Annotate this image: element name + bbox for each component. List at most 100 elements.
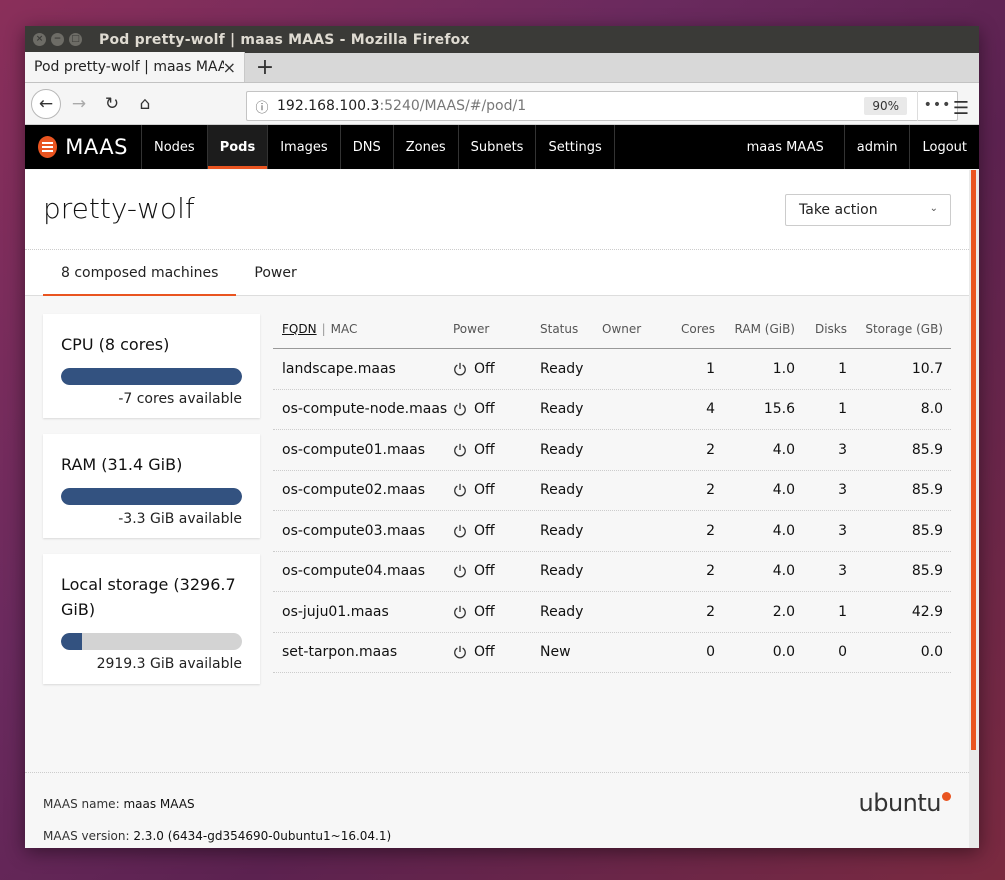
power-icon [453, 483, 467, 497]
row-cores: 2 [706, 441, 715, 458]
row-ram: 4.0 [772, 441, 795, 458]
maas-logo-icon [38, 136, 58, 158]
table-body: landscape.maas Off Ready 1 1.0 1 10.7 os-comput… [273, 349, 951, 673]
url-bar[interactable]: ⓘ 192.168.100.3:5240/MAAS/#/pod/1 90% ••… [246, 91, 958, 121]
row-storage: 10.7 [911, 360, 943, 377]
new-tab-button[interactable]: + [245, 52, 285, 82]
header-status[interactable]: Status [540, 322, 602, 336]
row-fqdn[interactable]: os-compute-node.maas [273, 401, 453, 417]
row-fqdn[interactable]: os-compute02.maas [273, 482, 453, 498]
table-row[interactable]: set-tarpon.maas Off New 0 0.0 0 0.0 [273, 633, 951, 673]
table-row[interactable]: os-compute04.maas Off Ready 2 4.0 3 85.9 [273, 552, 951, 592]
table-row[interactable]: os-compute01.maas Off Ready 2 4.0 3 85.9 [273, 430, 951, 471]
row-cores: 0 [706, 644, 715, 661]
page-actions-button[interactable]: ••• [917, 91, 957, 121]
menu-icon[interactable]: ☰ [953, 98, 969, 119]
row-fqdn[interactable]: os-compute01.maas [273, 442, 453, 458]
table-row[interactable]: os-compute02.maas Off Ready 2 4.0 3 85.9 [273, 471, 951, 511]
row-power: Off [453, 644, 540, 660]
row-power: Off [453, 482, 540, 498]
row-ram: 15.6 [763, 401, 795, 418]
table-row[interactable]: os-juju01.maas Off Ready 2 2.0 1 42.9 [273, 592, 951, 633]
power-icon [453, 402, 467, 416]
page-tabs: 8 composed machines Power [25, 250, 969, 296]
close-tab-icon[interactable]: × [223, 58, 236, 77]
row-power-state: Off [474, 563, 495, 580]
tab-power[interactable]: Power [236, 250, 314, 295]
row-storage: 8.0 [920, 401, 943, 418]
nav-item-zones[interactable]: Zones [394, 125, 459, 169]
zoom-indicator[interactable]: 90% [864, 97, 907, 115]
power-icon [453, 362, 467, 376]
header-ram[interactable]: RAM (GiB) [715, 322, 795, 336]
url-host: 192.168.100.3 [277, 98, 380, 114]
table-row[interactable]: os-compute03.maas Off Ready 2 4.0 3 85.9 [273, 511, 951, 552]
maas-version-value: 2.3.0 (6434-gd354690-0ubuntu1~16.04.1) [133, 829, 392, 843]
reload-button[interactable]: ↻ [97, 89, 127, 119]
row-disks: 3 [838, 441, 847, 458]
close-window-button[interactable]: × [33, 33, 46, 46]
row-fqdn[interactable]: set-tarpon.maas [273, 644, 453, 660]
row-cores: 1 [706, 360, 715, 377]
ubuntu-circle-icon [942, 792, 951, 801]
row-power-state: Off [474, 482, 495, 499]
power-icon [453, 605, 467, 619]
row-ram: 1.0 [772, 360, 795, 377]
ram-card-title: RAM (31.4 GiB) [61, 455, 183, 474]
row-cores: 2 [706, 603, 715, 620]
cpu-usage-bar [61, 368, 242, 385]
cpu-available: -7 cores available [118, 391, 242, 407]
row-disks: 1 [838, 603, 847, 620]
app-navigation: MAAS Nodes Pods Images DNS Zones Subnets… [25, 125, 979, 169]
back-button[interactable]: ← [31, 88, 61, 119]
row-fqdn[interactable]: os-compute04.maas [273, 563, 453, 579]
nav-item-settings[interactable]: Settings [536, 125, 615, 169]
nav-item-pods[interactable]: Pods [207, 125, 269, 169]
maas-logo[interactable]: MAAS [25, 125, 142, 169]
cpu-usage-fill [61, 368, 242, 385]
header-power[interactable]: Power [453, 322, 540, 336]
row-status: New [540, 644, 571, 661]
header-fqdn[interactable]: FQDN [282, 322, 317, 336]
nav-item-dns[interactable]: DNS [341, 125, 394, 169]
header-owner[interactable]: Owner [602, 322, 660, 336]
tab-composed-machines[interactable]: 8 composed machines [43, 250, 237, 296]
table-row[interactable]: os-compute-node.maas Off Ready 4 15.6 1 8.0 [273, 390, 951, 430]
row-power-state: Off [474, 441, 495, 458]
ram-available: -3.3 GiB available [118, 511, 242, 527]
browser-tab[interactable]: Pod pretty-wolf | maas MAAS × [25, 52, 245, 82]
row-fqdn[interactable]: landscape.maas [273, 361, 453, 377]
forward-button[interactable]: → [64, 89, 94, 119]
row-storage: 85.9 [911, 482, 943, 499]
site-info-icon[interactable]: ⓘ [247, 97, 277, 116]
take-action-dropdown[interactable]: Take action ⌄ [785, 194, 951, 226]
header-mac[interactable]: MAC [331, 322, 358, 336]
header-separator: | [321, 322, 326, 336]
minimize-window-button[interactable]: − [51, 33, 64, 46]
row-power: Off [453, 442, 540, 458]
scrollbar[interactable] [969, 170, 979, 848]
nav-item-images[interactable]: Images [268, 125, 341, 169]
row-storage: 0.0 [920, 644, 943, 661]
table-header: FQDN | MAC Power Status Owner Cores RAM (G… [273, 310, 951, 349]
nav-item-nodes[interactable]: Nodes [142, 125, 208, 169]
scrollbar-thumb[interactable] [971, 170, 976, 750]
row-status: Ready [540, 441, 584, 458]
maas-name-line: MAAS name: maas MAAS [43, 797, 195, 811]
header-disks[interactable]: Disks [795, 322, 847, 336]
row-fqdn[interactable]: os-juju01.maas [273, 604, 453, 620]
maximize-window-button[interactable]: □ [69, 33, 82, 46]
table-row[interactable]: landscape.maas Off Ready 1 1.0 1 10.7 [273, 349, 951, 390]
row-fqdn[interactable]: os-compute03.maas [273, 523, 453, 539]
header-storage[interactable]: Storage (GB) [847, 322, 943, 336]
nav-item-maas-name[interactable]: maas MAAS [727, 125, 844, 169]
power-icon [453, 564, 467, 578]
home-button[interactable]: ⌂ [130, 89, 160, 119]
nav-item-logout[interactable]: Logout [909, 125, 979, 169]
row-status: Ready [540, 360, 584, 377]
nav-item-subnets[interactable]: Subnets [459, 125, 537, 169]
page-footer: MAAS name: maas MAAS MAAS version: 2.3.0… [25, 772, 969, 848]
header-cores[interactable]: Cores [660, 322, 715, 336]
nav-item-admin[interactable]: admin [843, 125, 910, 169]
maas-version-line: MAAS version: 2.3.0 (6434-gd354690-0ubun… [43, 829, 391, 843]
